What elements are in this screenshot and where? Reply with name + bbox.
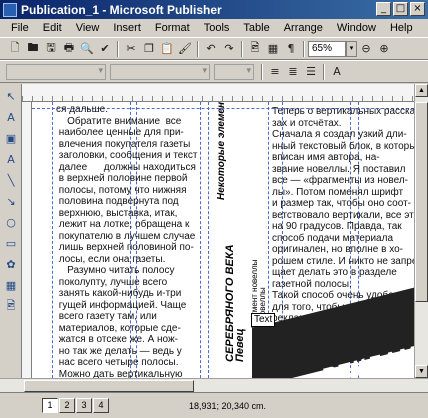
vertical-heading-top[interactable]: Некоторые элементы <box>216 102 227 200</box>
publication-page[interactable]: ся дальше. Обратите внимание все наиболе… <box>32 102 414 378</box>
menu-tools[interactable]: Tools <box>197 22 237 34</box>
align-left-icon[interactable]: ≡ <box>266 63 284 81</box>
menu-file[interactable]: File <box>4 22 36 34</box>
style-select[interactable] <box>6 63 106 80</box>
horizontal-scroll-thumb[interactable] <box>24 379 194 392</box>
menu-window[interactable]: Window <box>330 22 383 34</box>
toolbar-separator <box>241 40 243 57</box>
line-tool-icon[interactable]: ╲ <box>2 171 20 189</box>
redo-icon[interactable]: ↷ <box>220 40 238 58</box>
zoom-in-icon[interactable]: ⊕ <box>375 40 393 58</box>
close-button[interactable]: × <box>410 2 425 16</box>
cursor-coordinates: 18,931; 20,340 cm. <box>189 400 267 411</box>
save-icon[interactable]: 🖫 <box>42 40 60 58</box>
font-select[interactable] <box>110 63 210 80</box>
font-size-select[interactable] <box>214 63 254 80</box>
picture-frame-icon[interactable]: ▣ <box>2 129 20 147</box>
page-3-button[interactable]: 3 <box>76 398 92 413</box>
oval-tool-icon[interactable]: ○ <box>2 213 20 231</box>
menu-arrange[interactable]: Arrange <box>277 22 330 34</box>
maximize-button[interactable]: □ <box>393 2 408 16</box>
page-navigator: 1 2 3 4 <box>42 398 109 413</box>
table-tool-icon[interactable]: ▦ <box>2 276 20 294</box>
formatting-toolbar: ≡ ≣ ☰ A <box>0 60 428 83</box>
menu-insert[interactable]: Insert <box>106 22 148 34</box>
menu-view[interactable]: View <box>69 22 107 34</box>
vertical-heading-pevets[interactable]: Певец <box>234 328 246 362</box>
pilcrow-icon[interactable]: ¶ <box>282 40 300 58</box>
zoom-out-icon[interactable]: ⊖ <box>357 40 375 58</box>
standard-toolbar: 🗋 🖿 🖫 🖶 🔍 ✔ ✂ ❐ 📋 🖌 ↶ ↷ 🖻 ▦ ¶ 65% ▾ ⊖ ⊕ <box>0 37 428 60</box>
spelling-icon[interactable]: ✔ <box>96 40 114 58</box>
menu-help[interactable]: Help <box>383 22 420 34</box>
toolbar-separator <box>323 63 325 80</box>
arrow-tool-icon[interactable]: ↘ <box>2 192 20 210</box>
align-center-icon[interactable]: ≣ <box>284 63 302 81</box>
text-tooltip-box[interactable]: Text <box>251 313 275 327</box>
insert-picture-tool-icon[interactable]: 🖻 <box>2 297 20 315</box>
left-text-column[interactable]: ся дальше. Обратите внимание все наиболе… <box>56 104 206 378</box>
horizontal-scrollbar[interactable] <box>0 378 428 392</box>
text-box-tool-icon[interactable]: A <box>2 108 20 126</box>
insert-picture-icon[interactable]: 🖻 <box>246 40 264 58</box>
menu-format[interactable]: Format <box>148 22 197 34</box>
title-bar: Publication_1 - Microsoft Publisher _ □ … <box>0 0 428 19</box>
format-painter-icon[interactable]: 🖌 <box>176 40 194 58</box>
menu-edit[interactable]: Edit <box>36 22 69 34</box>
window-controls: _ □ × <box>376 2 425 16</box>
menu-table[interactable]: Table <box>236 22 276 34</box>
objects-toolbar: ↖ A ▣ A ╲ ↘ ○ ▭ ✿ ▦ 🖻 <box>0 84 22 392</box>
window-title: Publication_1 - Microsoft Publisher <box>21 2 222 17</box>
bullets-icon[interactable]: ☰ <box>302 63 320 81</box>
scroll-down-button[interactable]: ▼ <box>415 365 428 378</box>
layout-guide <box>52 102 53 378</box>
toolbar-separator <box>117 40 119 57</box>
scroll-up-button[interactable]: ▲ <box>415 84 428 97</box>
paste-icon[interactable]: 📋 <box>158 40 176 58</box>
layout-guide <box>208 102 209 378</box>
autoshapes-icon[interactable]: ✿ <box>2 255 20 273</box>
copy-icon[interactable]: ❐ <box>140 40 158 58</box>
rectangle-tool-icon[interactable]: ▭ <box>2 234 20 252</box>
page-4-button[interactable]: 4 <box>93 398 109 413</box>
vertical-scroll-thumb[interactable] <box>415 102 428 302</box>
page-1-button[interactable]: 1 <box>42 398 58 413</box>
zoom-dropdown-arrow[interactable]: ▾ <box>346 40 357 57</box>
vertical-ruler[interactable] <box>22 102 32 378</box>
toolbar-separator <box>303 40 305 57</box>
undo-icon[interactable]: ↶ <box>202 40 220 58</box>
vertical-scrollbar[interactable]: ▲ ▼ <box>414 84 428 378</box>
page-2-button[interactable]: 2 <box>59 398 75 413</box>
new-icon[interactable]: 🗋 <box>6 40 24 58</box>
open-icon[interactable]: 🖿 <box>24 40 42 58</box>
status-bar: 1 2 3 4 18,931; 20,340 cm. <box>0 392 428 418</box>
toolbar-separator <box>261 63 263 80</box>
table-icon[interactable]: ▦ <box>264 40 282 58</box>
wordart-icon[interactable]: A <box>2 150 20 168</box>
horizontal-ruler[interactable] <box>22 84 414 102</box>
font-color-icon[interactable]: A <box>328 63 346 81</box>
toolbar-separator <box>197 40 199 57</box>
pointer-icon[interactable]: ↖ <box>2 87 20 105</box>
publisher-app-icon[interactable] <box>3 2 17 17</box>
menu-bar: File Edit View Insert Format Tools Table… <box>0 19 428 37</box>
minimize-button[interactable]: _ <box>376 2 391 16</box>
print-icon[interactable]: 🖶 <box>60 40 78 58</box>
zoom-select[interactable]: 65% <box>308 40 346 57</box>
cut-icon[interactable]: ✂ <box>122 40 140 58</box>
print-preview-icon[interactable]: 🔍 <box>78 40 96 58</box>
